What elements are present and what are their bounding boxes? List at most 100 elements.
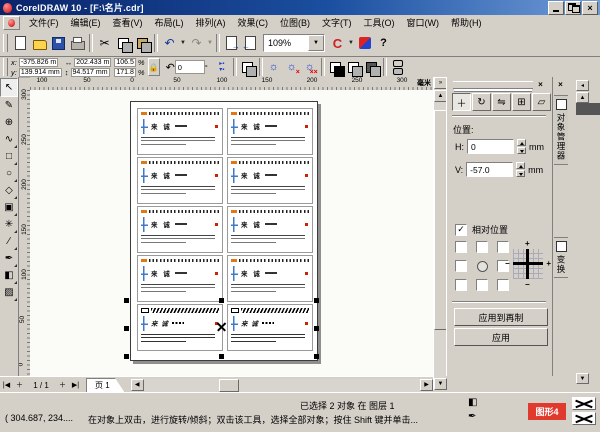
cut-icon[interactable]: ✂ <box>95 34 114 53</box>
selection-handle[interactable] <box>124 354 129 359</box>
skew-button[interactable]: ▱ <box>532 93 551 111</box>
polygon-tool[interactable]: ◇ <box>1 182 17 199</box>
h-position-input[interactable]: 0 <box>467 139 514 154</box>
redo-dropdown-icon[interactable]: ▼ <box>206 34 214 53</box>
selection-handle[interactable] <box>314 298 319 303</box>
whats-this-help-icon[interactable]: ? <box>374 34 393 53</box>
paste-icon[interactable] <box>133 34 152 53</box>
ellipse-tool[interactable]: ○ <box>1 165 17 182</box>
selection-handle[interactable] <box>314 354 319 359</box>
last-page-icon[interactable]: ▶| <box>69 379 82 392</box>
menu-item-3[interactable]: 查看(V) <box>107 15 149 30</box>
toolbar-grip[interactable] <box>3 34 8 52</box>
anchor-point[interactable] <box>455 260 467 272</box>
menu-item-4[interactable]: 布局(L) <box>149 15 190 30</box>
horizontal-scrollbar[interactable]: ◀ ▶ <box>131 379 433 392</box>
rotate-button[interactable]: ↻ <box>472 93 491 111</box>
zoom-tool[interactable]: ⊕ <box>1 114 17 131</box>
rotation-angle-field[interactable]: 0 <box>175 60 205 74</box>
outline-tool[interactable]: ✒ <box>1 250 17 267</box>
object-x-position[interactable]: -375.826 m <box>19 58 58 67</box>
eyedropper-tool[interactable]: ∕ <box>1 233 17 250</box>
selection-handle[interactable] <box>314 326 319 331</box>
add-page-after-icon[interactable]: ＋ <box>56 379 69 392</box>
save-icon[interactable] <box>49 34 68 53</box>
selection-handle[interactable] <box>219 298 224 303</box>
anchor-center-point[interactable] <box>477 261 488 272</box>
document-icon[interactable] <box>3 16 20 30</box>
pick-tool[interactable]: ↖ <box>0 78 18 97</box>
menu-item-9[interactable]: 工具(O) <box>358 15 401 30</box>
docker-close-icon[interactable]: × <box>535 79 546 90</box>
to-back-icon[interactable] <box>346 59 362 76</box>
scroll-down-icon[interactable]: ▼ <box>434 378 447 390</box>
outline-none-swatch[interactable] <box>572 412 596 425</box>
palette-scroll-up-icon[interactable]: ▲ <box>576 92 589 103</box>
horizontal-ruler[interactable]: 毫米 10050050100150200250300 <box>30 77 433 91</box>
redo-icon[interactable]: ↷ <box>187 34 206 53</box>
import-icon[interactable]: → <box>222 34 241 53</box>
first-page-icon[interactable]: |◀ <box>0 379 13 392</box>
scroll-left-icon[interactable]: ◀ <box>131 379 144 391</box>
position-button[interactable]: ＋ <box>452 93 471 111</box>
undo-icon[interactable]: ↶ <box>160 34 179 53</box>
anchor-point[interactable] <box>476 279 488 291</box>
apply-button[interactable]: 应用 <box>454 328 548 346</box>
menu-item-1[interactable]: 文件(F) <box>23 15 65 30</box>
fill-none-swatch[interactable] <box>572 397 596 410</box>
copy-icon[interactable] <box>114 34 133 53</box>
tab-object-manager[interactable]: 对象管理器 <box>554 95 569 165</box>
scroll-right-icon[interactable]: ▶ <box>420 379 433 391</box>
tab-transform[interactable]: 变换 <box>554 237 569 278</box>
new-document-icon[interactable] <box>11 34 30 53</box>
anchor-point[interactable] <box>497 279 509 291</box>
selection-handle[interactable] <box>219 354 224 359</box>
anchor-point[interactable] <box>455 241 467 253</box>
scale-y-field[interactable]: 171.8 <box>114 68 136 77</box>
anchor-point[interactable] <box>476 241 488 253</box>
menu-item-10[interactable]: 窗口(W) <box>401 15 446 30</box>
print-icon[interactable] <box>68 34 87 53</box>
business-card[interactable]: 来 诚 <box>137 157 223 204</box>
palette-scroll-down-icon[interactable]: ▼ <box>576 373 589 384</box>
business-card[interactable]: 来 诚 <box>137 108 223 155</box>
docker-grab-handle[interactable] <box>453 81 533 89</box>
anchor-point[interactable] <box>497 241 509 253</box>
corel-community-icon[interactable] <box>355 34 374 53</box>
business-card[interactable]: 来 诚 <box>227 157 313 204</box>
business-card[interactable]: 来 诚 <box>137 206 223 253</box>
selection-handle[interactable] <box>124 326 129 331</box>
menu-item-8[interactable]: 文字(T) <box>316 15 358 30</box>
object-height[interactable]: 94.517 mm <box>71 68 110 77</box>
convert-to-curves-icon[interactable] <box>390 59 406 76</box>
anchor-point[interactable] <box>455 279 467 291</box>
h-spinner[interactable] <box>517 139 526 154</box>
menu-item-7[interactable]: 位图(B) <box>274 15 316 30</box>
export-icon[interactable]: ← <box>241 34 260 53</box>
undo-dropdown-icon[interactable]: ▼ <box>179 34 187 53</box>
restore-button[interactable] <box>565 1 581 15</box>
menu-item-2[interactable]: 编辑(E) <box>65 15 107 30</box>
ungroup-icon[interactable]: ☼× <box>284 59 300 76</box>
v-spinner[interactable] <box>516 162 525 177</box>
close-button[interactable]: × <box>582 1 598 15</box>
open-icon[interactable] <box>30 34 49 53</box>
minimize-button[interactable] <box>548 1 564 15</box>
launcher-dropdown-icon[interactable]: ▼ <box>347 34 355 53</box>
relative-position-checkbox[interactable]: ✓ <box>455 224 467 236</box>
v-position-input[interactable]: -57.0 <box>466 162 513 177</box>
mirror-icon[interactable]: ▸▪▾▪ <box>214 59 230 76</box>
shape-tool[interactable]: ✎ <box>1 97 17 114</box>
business-card-selected[interactable]: 来 诚 <box>137 304 223 351</box>
basic-shapes-tool[interactable]: ▣ <box>1 199 17 216</box>
to-front-icon[interactable] <box>328 59 344 76</box>
selection-handle[interactable] <box>124 298 129 303</box>
nonproportional-lock-icon[interactable]: 🔒 <box>148 58 160 76</box>
palette-menu-icon[interactable]: ◂ <box>576 80 589 91</box>
drawing-canvas[interactable]: 来 诚来 诚来 诚来 诚来 诚来 诚来 诚来 诚来 诚来 诚 <box>30 90 433 376</box>
scale-mirror-button[interactable]: ⇋ <box>492 93 511 111</box>
business-card[interactable]: 来 诚 <box>227 108 313 155</box>
freehand-tool[interactable]: ∿ <box>1 131 17 148</box>
order-icon[interactable] <box>364 59 380 76</box>
size-button[interactable]: ⊞ <box>512 93 531 111</box>
